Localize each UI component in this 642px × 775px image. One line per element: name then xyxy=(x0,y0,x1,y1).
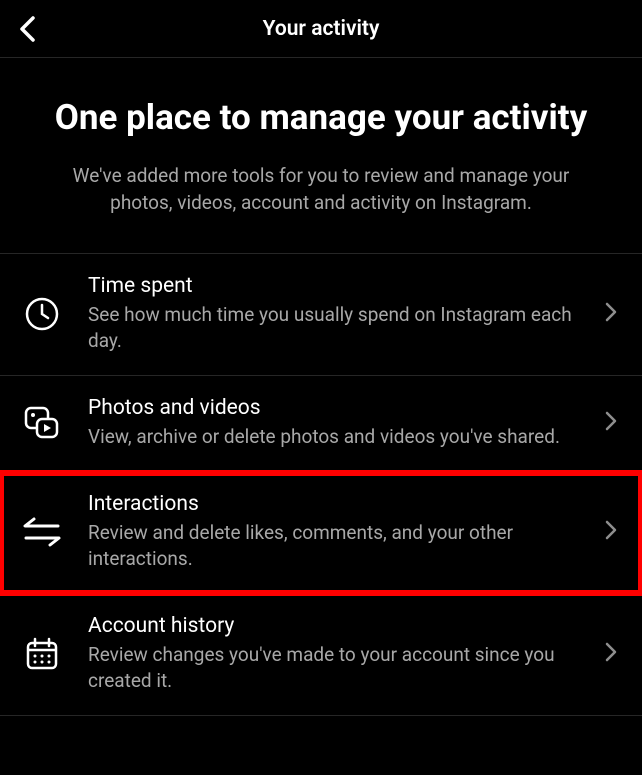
clock-icon xyxy=(22,294,62,334)
back-chevron-icon xyxy=(18,15,36,43)
list-item-interactions[interactable]: Interactions Review and delete likes, co… xyxy=(0,472,642,594)
calendar-icon xyxy=(22,634,62,674)
item-text: Interactions Review and delete likes, co… xyxy=(88,492,604,573)
header-bar: Your activity xyxy=(0,0,642,58)
list-item-photos-videos[interactable]: Photos and videos View, archive or delet… xyxy=(0,376,642,472)
list-item-account-history[interactable]: Account history Review changes you've ma… xyxy=(0,594,642,716)
photos-videos-icon xyxy=(22,403,62,443)
page-title: Your activity xyxy=(18,17,624,41)
item-text: Photos and videos View, archive or delet… xyxy=(88,396,604,451)
item-desc: View, archive or delete photos and video… xyxy=(88,424,592,451)
item-desc: Review changes you've made to your accou… xyxy=(88,642,592,695)
intro-section: One place to manage your activity We've … xyxy=(0,58,642,253)
item-text: Account history Review changes you've ma… xyxy=(88,614,604,695)
item-desc: See how much time you usually spend on I… xyxy=(88,302,592,355)
item-title: Photos and videos xyxy=(88,396,592,420)
item-title: Interactions xyxy=(88,492,592,516)
item-desc: Review and delete likes, comments, and y… xyxy=(88,520,592,573)
back-button[interactable] xyxy=(18,15,36,43)
chevron-right-icon xyxy=(604,410,618,436)
item-title: Time spent xyxy=(88,274,592,298)
chevron-right-icon xyxy=(604,519,618,545)
intro-subtitle: We've added more tools for you to review… xyxy=(40,162,602,217)
interactions-icon xyxy=(22,512,62,552)
activity-list: Time spent See how much time you usually… xyxy=(0,253,642,716)
intro-heading: One place to manage your activity xyxy=(40,96,602,140)
item-text: Time spent See how much time you usually… xyxy=(88,274,604,355)
chevron-right-icon xyxy=(604,301,618,327)
list-item-time-spent[interactable]: Time spent See how much time you usually… xyxy=(0,254,642,376)
item-title: Account history xyxy=(88,614,592,638)
chevron-right-icon xyxy=(604,641,618,667)
